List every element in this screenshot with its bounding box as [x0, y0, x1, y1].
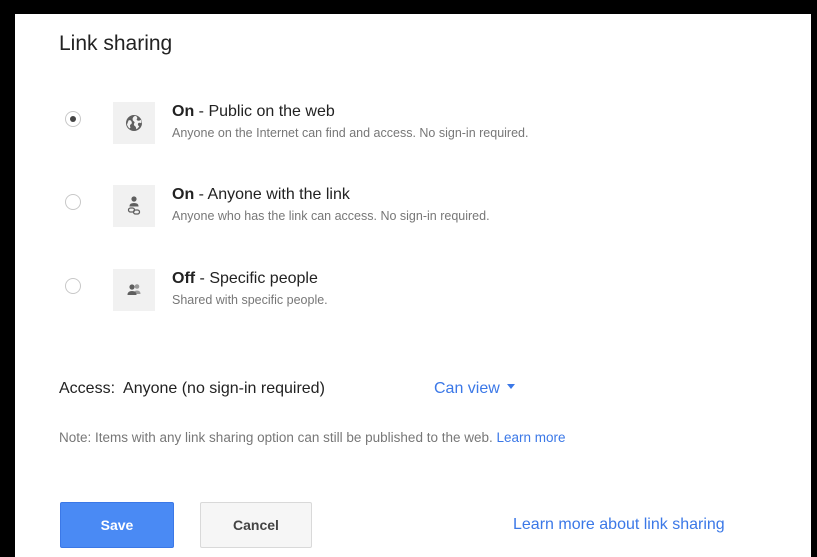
radio-anyone-with-link[interactable] [65, 194, 81, 210]
option-title: Off - Specific people [172, 270, 318, 288]
option-label: - Specific people [195, 270, 318, 287]
option-public-on-web[interactable]: On - Public on the web Anyone on the Int… [65, 102, 785, 146]
permission-value: Can view [434, 380, 500, 397]
access-row: Access: Anyone (no sign-in required) [59, 380, 325, 398]
person-link-icon [113, 185, 155, 227]
caret-down-icon [506, 384, 515, 390]
learn-more-link[interactable]: Learn more [497, 430, 566, 445]
option-label: - Anyone with the link [194, 186, 350, 203]
access-label: Access: [59, 380, 116, 397]
option-status: On [172, 186, 195, 203]
learn-more-about-link-sharing-link[interactable]: Learn more about link sharing [513, 516, 725, 534]
cancel-button[interactable]: Cancel [200, 502, 312, 548]
option-specific-people[interactable]: Off - Specific people Shared with specif… [65, 269, 785, 313]
option-description: Anyone who has the link can access. No s… [172, 209, 490, 223]
option-description: Anyone on the Internet can find and acce… [172, 126, 529, 140]
people-icon [113, 269, 155, 311]
option-title: On - Public on the web [172, 103, 335, 121]
option-title: On - Anyone with the link [172, 186, 350, 204]
globe-icon [113, 102, 155, 144]
radio-public-on-web[interactable] [65, 111, 81, 127]
option-label: - Public on the web [194, 103, 335, 120]
dialog-title: Link sharing [59, 32, 173, 55]
option-description: Shared with specific people. [172, 293, 328, 307]
note-text: Note: Items with any link sharing option… [59, 430, 493, 445]
radio-specific-people[interactable] [65, 278, 81, 294]
option-status: On [172, 103, 195, 120]
permission-dropdown[interactable]: Can view [434, 380, 515, 398]
option-status: Off [172, 270, 196, 287]
publish-note: Note: Items with any link sharing option… [59, 430, 566, 445]
option-anyone-with-link[interactable]: On - Anyone with the link Anyone who has… [65, 185, 785, 229]
access-value: Anyone (no sign-in required) [123, 380, 325, 397]
link-sharing-dialog: Link sharing On - Public on the web Anyo… [15, 14, 811, 557]
save-button[interactable]: Save [60, 502, 174, 548]
